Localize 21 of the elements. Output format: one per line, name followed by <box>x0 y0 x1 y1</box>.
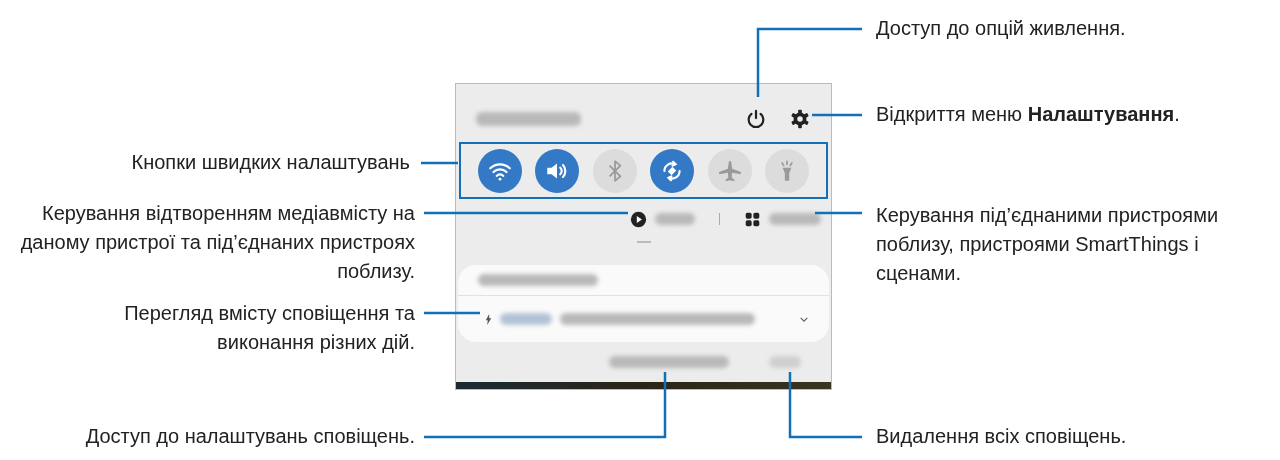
callout-text: Кнопки швидких налаштувань <box>131 150 410 175</box>
leader-line <box>812 113 862 117</box>
grid-icon[interactable] <box>744 210 761 228</box>
leader-line <box>424 311 480 315</box>
callout-text: Доступ до опцій живлення. <box>876 16 1126 41</box>
lightning-icon <box>485 313 492 325</box>
callout-text: Відкриття меню Налаштування. <box>876 102 1180 127</box>
chevron-icon[interactable] <box>799 315 809 323</box>
settings-icon[interactable] <box>789 108 811 130</box>
callout-text: Доступ до налаштувань сповіщень. <box>85 424 415 449</box>
callout-text: Видалення всіх сповіщень. <box>876 424 1127 449</box>
leader-line <box>815 211 862 215</box>
callout-text: Керування під’єднаними пристроями поблизу, пристроями SmartThings і сценами. <box>876 203 1220 286</box>
blurred-label <box>655 213 695 225</box>
callout-text: Перегляд вмісту сповіщення та виконання різних дій. <box>123 301 415 355</box>
callout-text: Керування відтворенням медіавмісту на даному пристрої та під’єднаних пристроях поблизу. <box>19 201 415 284</box>
blurred-label <box>500 313 552 325</box>
power-icon[interactable] <box>745 108 767 130</box>
blurred-label <box>769 213 821 225</box>
play-icon[interactable] <box>630 210 647 228</box>
drag-handle[interactable] <box>636 241 651 243</box>
